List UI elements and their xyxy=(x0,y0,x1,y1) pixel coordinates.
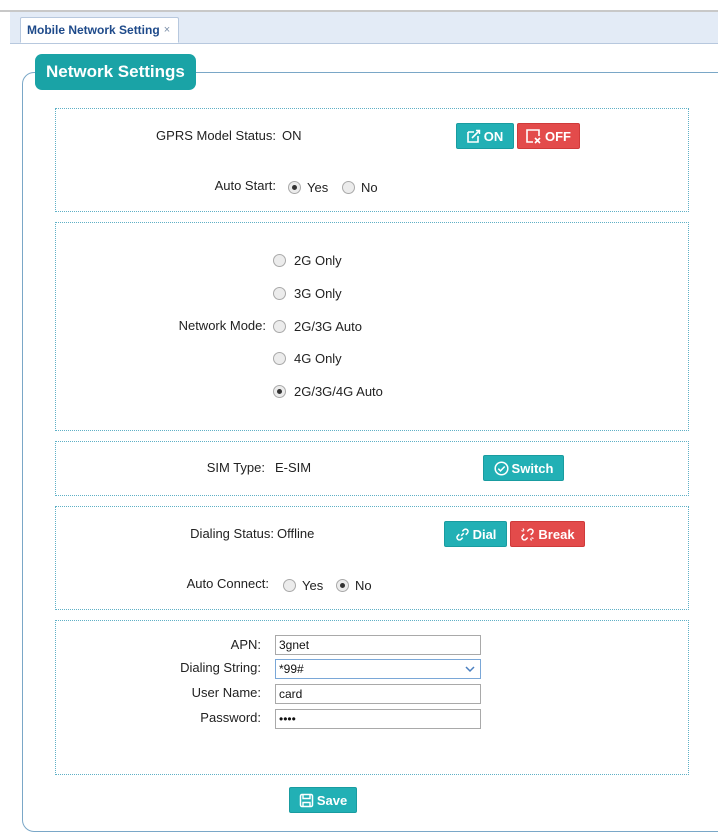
network-settings-legend: Network Settings xyxy=(35,54,196,90)
dial-button[interactable]: Dial xyxy=(444,521,507,547)
network-mode-option-label: 2G/3G Auto xyxy=(294,318,362,334)
gprs-section: GPRS Model Status: ON ON OFF Auto Start:… xyxy=(55,108,689,212)
dialing-section: Dialing Status: Offline Dial Break Auto … xyxy=(55,506,689,610)
gprs-on-label: ON xyxy=(483,128,504,144)
autoconnect-label: Auto Connect: xyxy=(186,576,269,591)
dialing-string-value: *99# xyxy=(279,662,304,676)
tab-close-icon[interactable]: × xyxy=(164,24,170,36)
sim-type-label: SIM Type: xyxy=(206,460,265,475)
sim-switch-label: Switch xyxy=(511,460,554,476)
network-mode-option-label: 2G/3G/4G Auto xyxy=(294,383,383,399)
sim-switch-button[interactable]: Switch xyxy=(483,455,564,481)
autostart-no-option[interactable]: No xyxy=(342,178,378,196)
username-label: User Name: xyxy=(191,685,261,700)
autostart-no-radio[interactable] xyxy=(342,180,355,194)
network-mode-option-label: 4G Only xyxy=(294,350,342,366)
network-mode-option[interactable]: 2G/3G/4G Auto xyxy=(273,382,383,400)
gprs-off-label: OFF xyxy=(545,128,571,144)
autoconnect-no-label: No xyxy=(355,577,372,593)
save-icon xyxy=(299,793,314,807)
gprs-off-button[interactable]: OFF xyxy=(517,123,580,149)
autostart-yes-label: Yes xyxy=(307,179,329,195)
chevron-down-icon xyxy=(465,666,475,673)
cancel-icon xyxy=(526,128,541,144)
break-button[interactable]: Break xyxy=(510,521,585,547)
tab-bar: Mobile Network Setting × xyxy=(10,12,718,44)
sim-section: SIM Type: E-SIM Switch xyxy=(55,441,689,496)
network-mode-label: Network Mode: xyxy=(178,318,266,333)
autoconnect-no-radio[interactable] xyxy=(336,578,349,592)
dialing-status-value: Offline xyxy=(277,526,315,541)
gprs-status-value: ON xyxy=(282,128,302,143)
dialing-status-label: Dialing Status: xyxy=(190,526,274,541)
autoconnect-yes-radio[interactable] xyxy=(283,578,296,592)
tab-label: Mobile Network Setting xyxy=(27,23,160,37)
apn-label: APN: xyxy=(230,637,261,652)
gprs-on-button[interactable]: ON xyxy=(456,123,514,149)
network-mode-radio[interactable] xyxy=(273,253,286,267)
edit-icon xyxy=(466,129,480,143)
save-label: Save xyxy=(316,792,348,808)
network-mode-option[interactable]: 2G/3G Auto xyxy=(273,317,362,335)
username-input[interactable] xyxy=(275,684,481,704)
dialing-string-select[interactable]: *99# xyxy=(275,659,481,679)
apn-section: APN: Dialing String: *99# User Name: Pas… xyxy=(55,620,689,775)
autoconnect-yes-option[interactable]: Yes xyxy=(283,576,323,594)
password-input[interactable] xyxy=(275,709,481,729)
network-mode-radio[interactable] xyxy=(273,384,286,398)
network-mode-option-label: 3G Only xyxy=(294,285,342,301)
autoconnect-no-option[interactable]: No xyxy=(336,576,372,594)
gprs-status-label: GPRS Model Status: xyxy=(156,128,276,143)
autoconnect-yes-label: Yes xyxy=(302,577,324,593)
autostart-no-label: No xyxy=(361,179,378,195)
tab-mobile-network-setting[interactable]: Mobile Network Setting × xyxy=(20,17,180,43)
network-mode-option[interactable]: 2G Only xyxy=(273,251,342,269)
network-mode-radio[interactable] xyxy=(273,286,286,300)
sim-type-value: E-SIM xyxy=(275,460,312,475)
apn-input[interactable] xyxy=(275,635,481,655)
autostart-yes-option[interactable]: Yes xyxy=(288,178,328,196)
network-mode-radio[interactable] xyxy=(273,351,286,365)
check-circle-icon xyxy=(493,460,509,476)
password-label: Password: xyxy=(200,710,261,725)
save-button[interactable]: Save xyxy=(289,787,357,813)
link-icon xyxy=(455,527,469,541)
network-mode-option-label: 2G Only xyxy=(294,252,342,268)
autostart-yes-radio[interactable] xyxy=(288,180,301,194)
network-mode-radio[interactable] xyxy=(273,319,286,333)
network-mode-option[interactable]: 4G Only xyxy=(273,349,342,367)
network-mode-section: Network Mode: 2G Only 3G Only 2G/3G Auto… xyxy=(55,222,689,431)
break-label: Break xyxy=(538,526,575,542)
autostart-label: Auto Start: xyxy=(214,178,276,193)
network-mode-option[interactable]: 3G Only xyxy=(273,284,342,302)
unlink-icon xyxy=(521,527,535,541)
dialing-string-label: Dialing String: xyxy=(180,660,261,675)
dial-label: Dial xyxy=(472,526,497,542)
